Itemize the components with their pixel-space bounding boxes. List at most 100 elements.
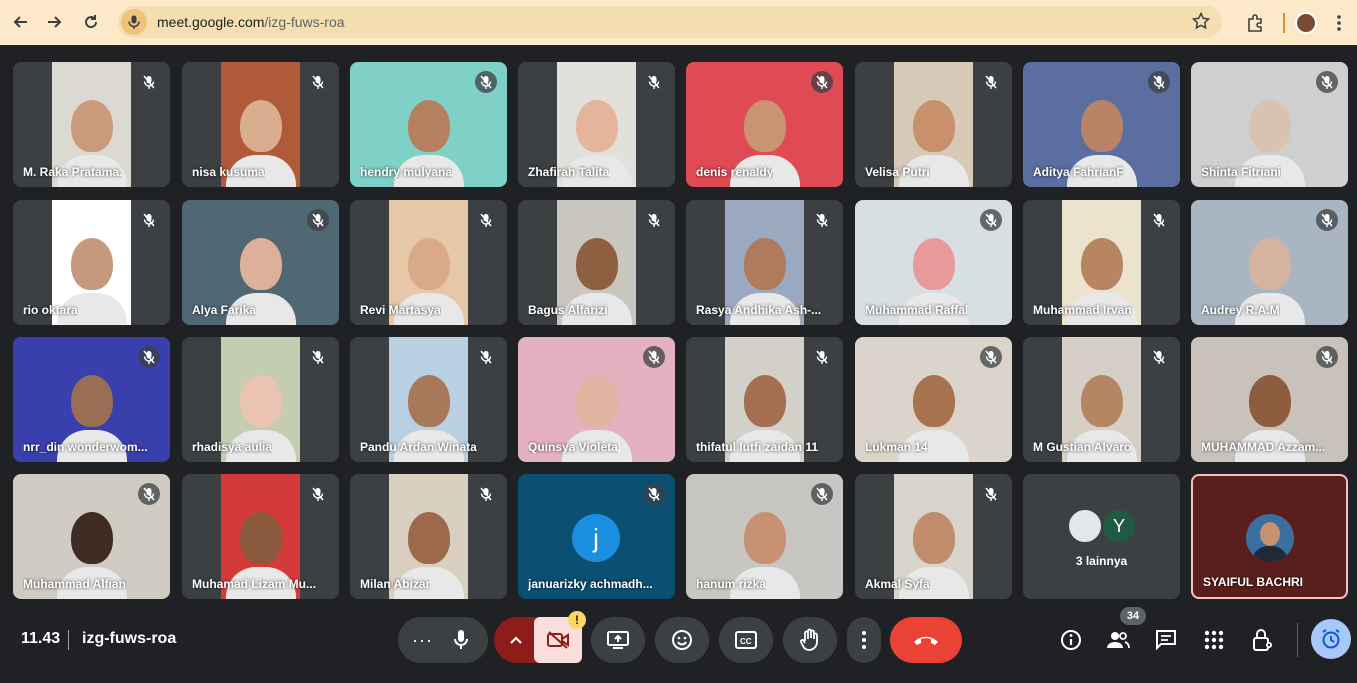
meeting-details-button[interactable] (1056, 625, 1086, 655)
participant-tile[interactable]: Velisa Putri (855, 62, 1012, 187)
mic-off-icon (980, 209, 1002, 231)
raise-hand-button[interactable] (783, 617, 837, 663)
warning-badge-icon: ! (568, 611, 586, 629)
participant-tile[interactable]: Pandu Ardan Winata (350, 337, 507, 462)
participant-tile[interactable]: Audrey R.A.M (1191, 200, 1348, 325)
participant-name: denis renaldy (696, 165, 774, 179)
present-screen-icon (607, 631, 629, 649)
participant-tile[interactable]: nrr_din wonderwom... (13, 337, 170, 462)
participant-tile[interactable]: Quinsya Violeta (518, 337, 675, 462)
participant-name: Bagus Alfarizi (528, 303, 608, 317)
participant-face (239, 238, 282, 290)
mic-off-icon (1148, 71, 1170, 93)
people-button[interactable] (1103, 625, 1133, 655)
mic-off-icon (643, 483, 665, 505)
participant-tile[interactable]: MUHAMMAD Azzam... (1191, 337, 1348, 462)
participant-tile[interactable]: Muhammad Alfian (13, 474, 170, 599)
participant-tile[interactable]: Zhafirah Talita (518, 62, 675, 187)
alarm-clock-icon (1322, 629, 1340, 649)
more-options-button[interactable] (847, 617, 881, 663)
people-count-badge: 34 (1120, 607, 1146, 625)
other-avatar-initial: Y (1101, 508, 1137, 544)
participant-tile[interactable]: Aditya FahrianF (1023, 62, 1180, 187)
participant-name: Muhammad Raffal (865, 303, 969, 317)
host-controls-button[interactable] (1248, 625, 1278, 655)
more-vert-icon (862, 631, 866, 649)
profile-avatar[interactable] (1295, 11, 1317, 34)
participant-face (743, 100, 786, 152)
forward-arrow-icon[interactable] (37, 4, 73, 40)
emoji-icon (672, 630, 692, 650)
participant-tile[interactable]: hendry mulyana (350, 62, 507, 187)
leave-call-button[interactable] (890, 617, 962, 663)
participant-name: Quinsya Violeta (528, 440, 618, 454)
participant-tile[interactable]: rhadisya aulia (182, 337, 339, 462)
participant-tile[interactable]: Muhamad Lizam Mu... (182, 474, 339, 599)
participant-tile[interactable]: M Gustian Alvaro (1023, 337, 1180, 462)
participant-tile[interactable]: Bagus Alfarizi (518, 200, 675, 325)
participant-name: Zhafirah Talita (528, 165, 610, 179)
participant-tile[interactable]: j januarizky achmadh... (518, 474, 675, 599)
participant-tile[interactable]: rio oktara (13, 200, 170, 325)
toolbar-divider (1283, 12, 1285, 33)
mic-off-icon (980, 71, 1002, 93)
audio-options-button[interactable]: ··· (398, 617, 488, 663)
microphone-in-use-icon[interactable] (121, 9, 147, 35)
participant-face (407, 100, 450, 152)
mic-off-icon (475, 483, 497, 505)
more-audio-options-icon[interactable]: ··· (412, 630, 433, 651)
participant-tile[interactable]: Muhammad Raffal (855, 200, 1012, 325)
other-participants-tile[interactable]: Y 3 lainnya (1023, 474, 1180, 599)
self-view-tile[interactable]: SYAIFUL BACHRI (1191, 474, 1348, 599)
mic-off-icon (138, 346, 160, 368)
participant-face (575, 100, 618, 152)
participant-name: Muhamad Lizam Mu... (192, 577, 317, 591)
participant-name: Akmal Syfa (865, 577, 930, 591)
participant-tile[interactable]: Muhammad Irvan (1023, 200, 1180, 325)
video-options-button[interactable]: ! (494, 611, 586, 663)
mic-off-icon (1316, 71, 1338, 93)
browser-menu-icon[interactable] (1321, 5, 1357, 41)
participant-tile[interactable]: nisa kusuma (182, 62, 339, 187)
participant-name: rhadisya aulia (192, 440, 273, 454)
other-participants-label: 3 lainnya (1075, 554, 1128, 568)
chevron-up-icon[interactable] (510, 632, 522, 650)
participant-tile[interactable]: M. Raka Pratama. (13, 62, 170, 187)
captions-button[interactable]: CC (719, 617, 773, 663)
mic-off-icon (475, 71, 497, 93)
participant-tile[interactable]: hanum rizka (686, 474, 843, 599)
participant-name: Shinta Fitriani (1201, 165, 1282, 179)
participant-tile[interactable]: Shinta Fitriani (1191, 62, 1348, 187)
address-bar[interactable]: meet.google.com/izg-fuws-roa (118, 6, 1222, 38)
participant-tile[interactable]: Milan Abizar (350, 474, 507, 599)
participant-tile[interactable]: denis renaldy (686, 62, 843, 187)
chat-button[interactable] (1151, 625, 1181, 655)
people-icon (1107, 632, 1130, 649)
participant-tile[interactable]: Akmal Syfa (855, 474, 1012, 599)
participant-tile[interactable]: Lukman 14 (855, 337, 1012, 462)
mic-off-icon (811, 209, 833, 231)
reload-icon[interactable] (73, 4, 109, 40)
participant-name: Rasya Andhika Ash-... (696, 303, 822, 317)
participant-name: hanum rizka (696, 577, 767, 591)
browser-right-icons (1237, 0, 1357, 45)
mic-off-icon (138, 209, 160, 231)
bookmark-star-icon[interactable] (1191, 11, 1211, 35)
control-bar-divider (1297, 623, 1298, 657)
present-screen-button[interactable] (591, 617, 645, 663)
participant-name: M. Raka Pratama. (23, 165, 123, 179)
apps-grid-icon (1204, 630, 1224, 650)
extensions-icon[interactable] (1237, 5, 1273, 41)
timer-button[interactable] (1311, 619, 1351, 659)
participant-face (1080, 375, 1123, 427)
participant-tile[interactable]: thifatul lutfi zaidan 11 (686, 337, 843, 462)
participant-name: januarizky achmadh... (528, 577, 653, 591)
participant-name: MUHAMMAD Azzam... (1201, 440, 1326, 454)
emoji-reaction-button[interactable] (655, 617, 709, 663)
participant-tile[interactable]: Rasya Andhika Ash-... (686, 200, 843, 325)
activities-button[interactable] (1199, 625, 1229, 655)
participant-tile[interactable]: Alya Farika (182, 200, 339, 325)
back-arrow-icon[interactable] (2, 4, 38, 40)
microphone-icon[interactable] (453, 629, 469, 656)
participant-tile[interactable]: Revi Martasya (350, 200, 507, 325)
